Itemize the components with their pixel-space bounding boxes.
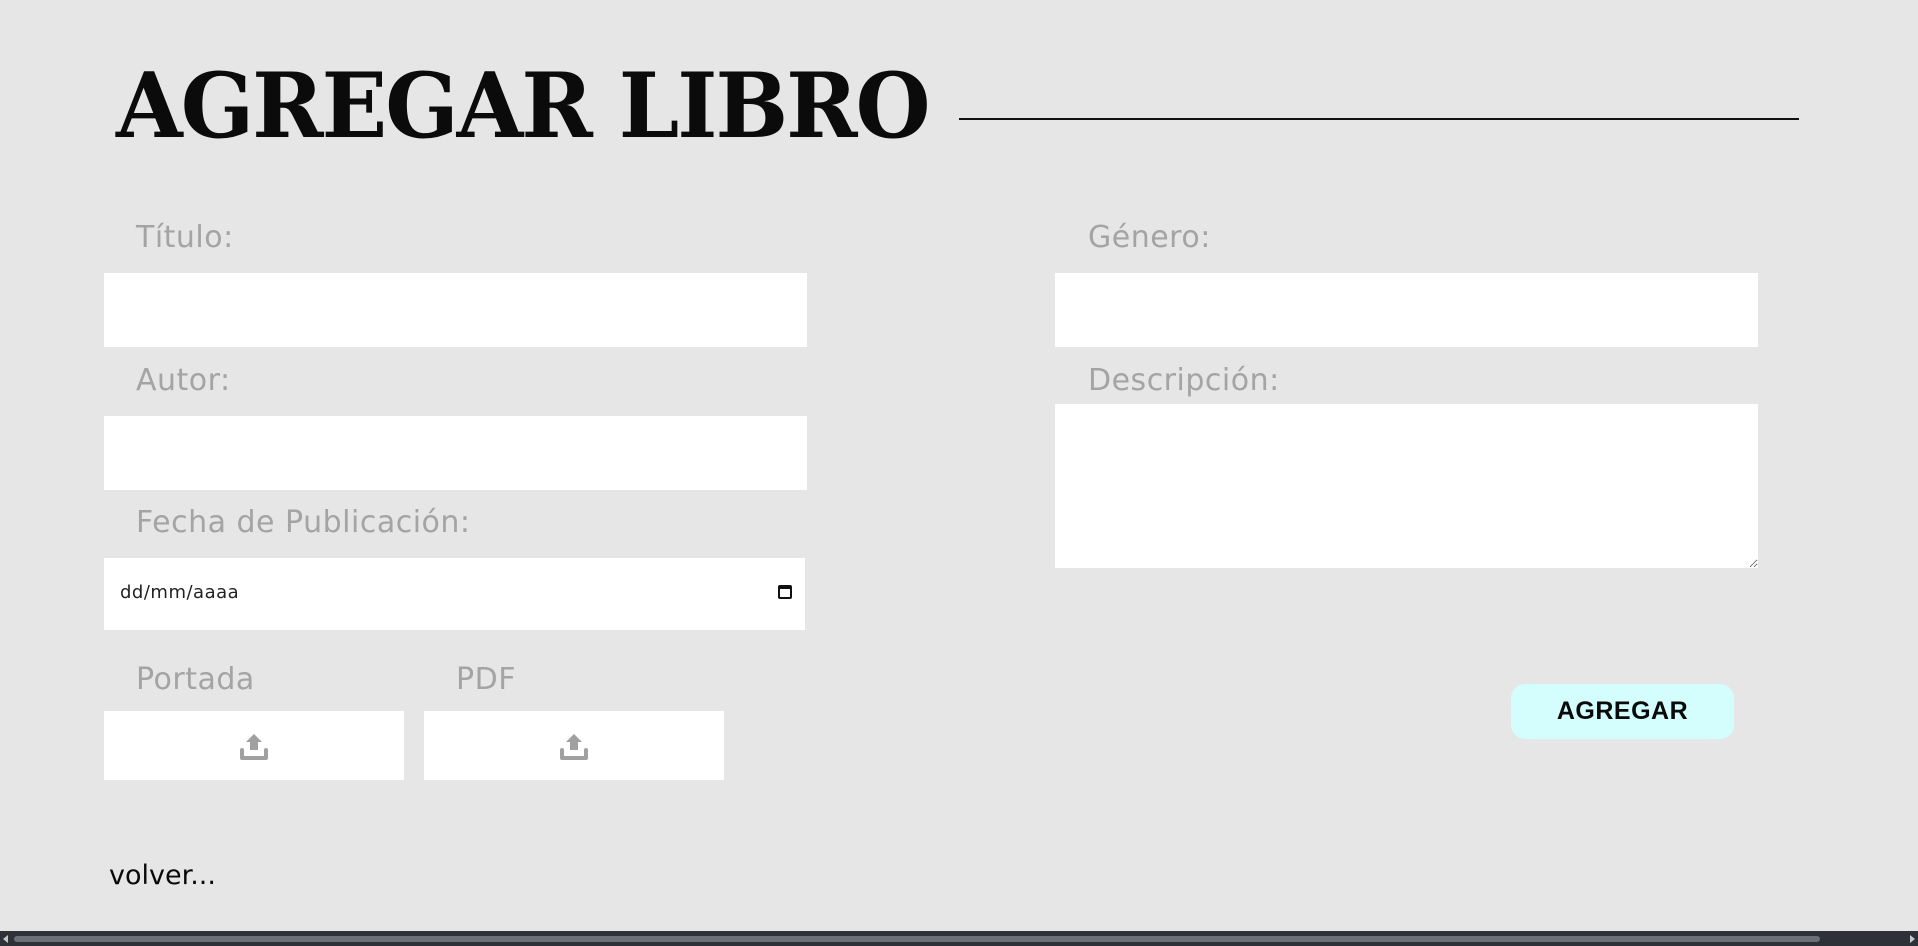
- portada-upload[interactable]: [104, 711, 404, 780]
- calendar-icon[interactable]: [778, 585, 792, 599]
- upload-icon: [239, 731, 269, 761]
- autor-label: Autor:: [136, 363, 231, 398]
- volver-link[interactable]: volver...: [109, 860, 216, 891]
- scroll-right-arrow-icon[interactable]: [1910, 935, 1915, 943]
- title-divider: [959, 118, 1799, 120]
- fecha-date-input[interactable]: dd/mm/aaaa: [104, 558, 805, 630]
- agregar-button[interactable]: AGREGAR: [1511, 684, 1734, 739]
- fecha-label: Fecha de Publicación:: [136, 505, 471, 540]
- titulo-label: Título:: [136, 220, 234, 255]
- genero-input[interactable]: [1055, 273, 1758, 347]
- page-title: AGREGAR LIBRO: [116, 53, 931, 159]
- upload-icon: [559, 731, 589, 761]
- genero-label: Género:: [1088, 220, 1211, 255]
- fecha-date-placeholder: dd/mm/aaaa: [120, 582, 240, 603]
- descripcion-textarea[interactable]: [1055, 404, 1758, 568]
- descripcion-label: Descripción:: [1088, 363, 1280, 398]
- pdf-upload[interactable]: [424, 711, 724, 780]
- scrollbar-thumb[interactable]: [14, 936, 1820, 942]
- autor-input[interactable]: [104, 416, 807, 490]
- titulo-input[interactable]: [104, 273, 807, 347]
- horizontal-scrollbar[interactable]: [0, 931, 1918, 946]
- portada-label: Portada: [136, 662, 255, 697]
- pdf-label: PDF: [456, 662, 516, 697]
- scroll-left-arrow-icon[interactable]: [3, 935, 8, 943]
